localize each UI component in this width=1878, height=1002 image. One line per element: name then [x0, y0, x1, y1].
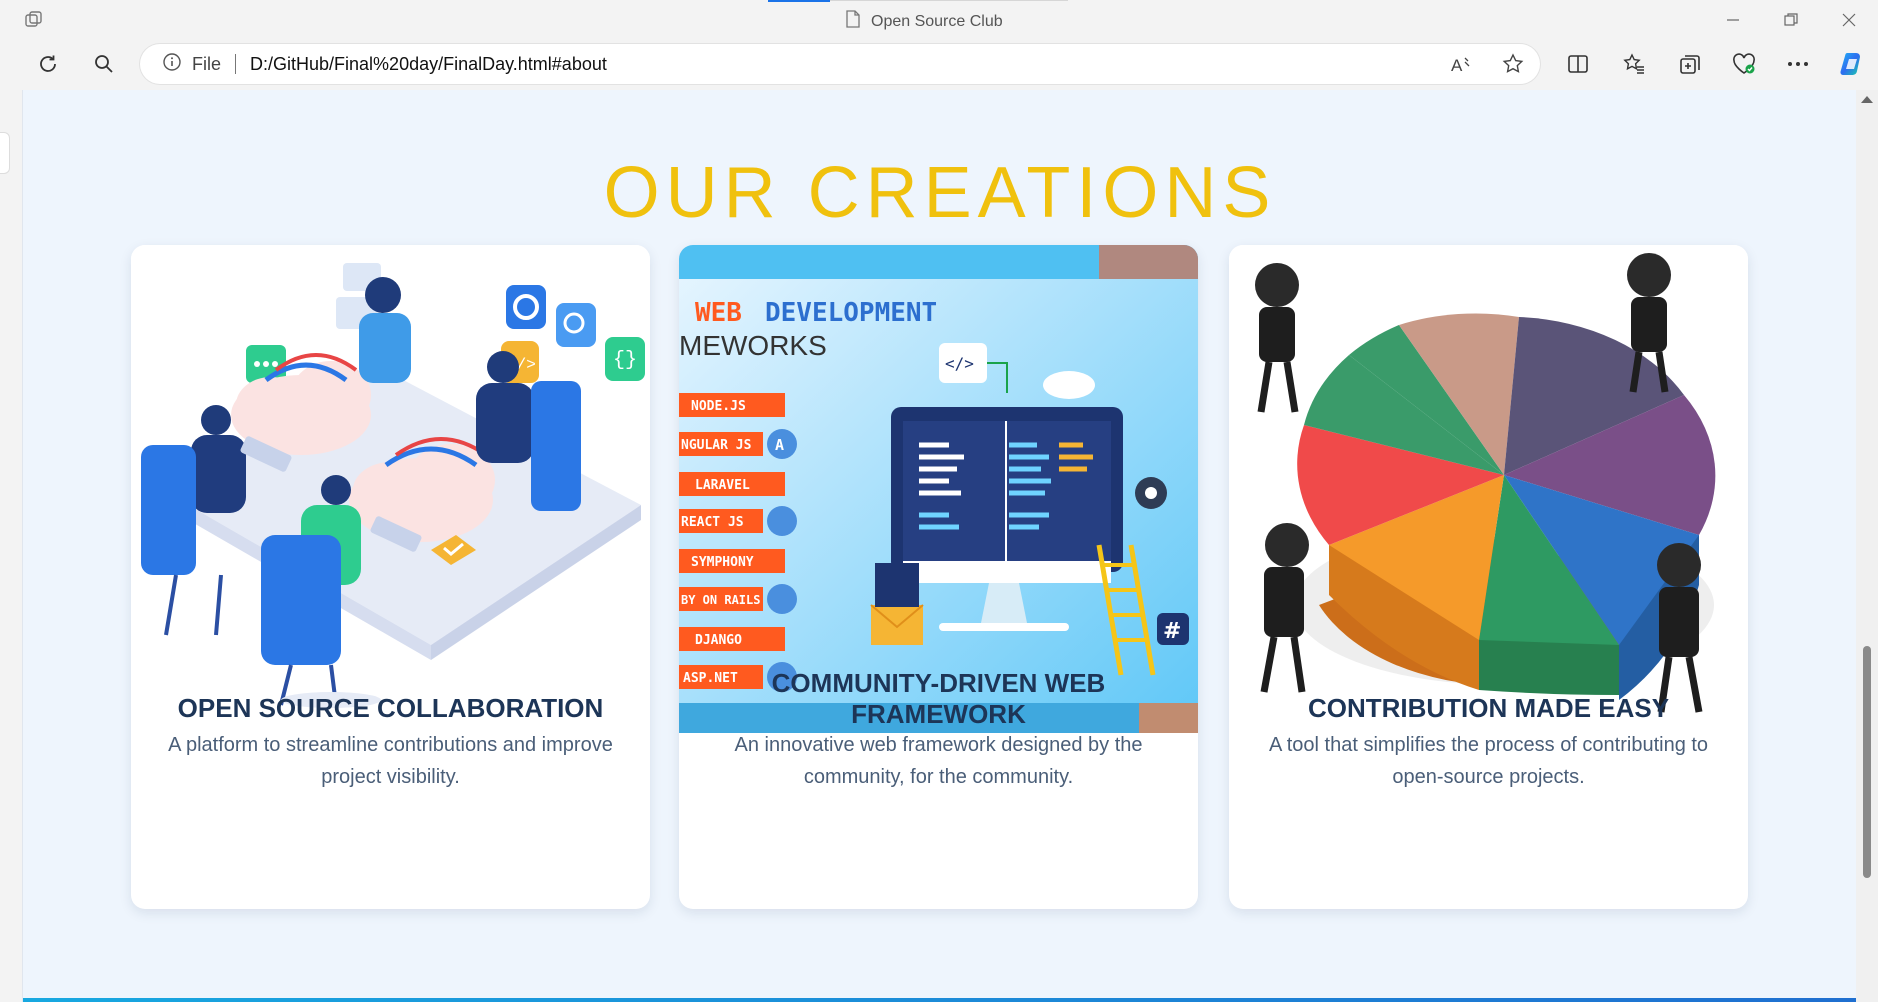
- framework-label: SYMPHONY: [691, 555, 754, 570]
- framework-label: DJANGO: [695, 633, 742, 648]
- framework-label: NODE.JS: [691, 399, 746, 414]
- tab-actions-icon[interactable]: [22, 8, 46, 32]
- read-aloud-icon[interactable]: A: [1450, 53, 1472, 80]
- svg-text:{}: {}: [613, 349, 637, 372]
- minimize-icon[interactable]: [1720, 8, 1746, 32]
- address-separator: [235, 54, 237, 74]
- pie-chart-teamwork-image: [1229, 245, 1748, 765]
- page-viewport: OUR CREATIONS </> {} OPEN SOURCE COLLABO…: [22, 90, 1856, 1002]
- collections-icon[interactable]: [1676, 50, 1704, 78]
- web-subheading: MEWORKS: [679, 330, 827, 361]
- section-title: OUR CREATIONS: [603, 153, 1277, 233]
- document-icon: [845, 10, 861, 33]
- framework-label: REACT JS: [681, 515, 744, 530]
- svg-text:#: #: [1163, 619, 1181, 644]
- framework-label: NGULAR JS: [681, 438, 752, 453]
- side-panel-handle[interactable]: [0, 132, 10, 174]
- creation-card-contribution[interactable]: CONTRIBUTION MADE EASY A tool that simpl…: [1229, 245, 1748, 909]
- framework-label: BY ON RAILS: [681, 593, 760, 607]
- active-tab-indicator: [768, 0, 830, 2]
- web-heading-part2: DEVELOPMENT: [765, 298, 937, 328]
- site-info-icon: [162, 52, 182, 77]
- site-info-button[interactable]: File: [162, 52, 221, 77]
- svg-text:</>: </>: [945, 354, 974, 373]
- browser-essentials-icon[interactable]: [1730, 50, 1758, 78]
- active-tab[interactable]: Open Source Club: [845, 10, 1003, 33]
- card-title: COMMUNITY-DRIVEN WEB FRAMEWORK: [771, 668, 1106, 729]
- card-description: A platform to streamline contributions a…: [168, 734, 613, 788]
- svg-text:A: A: [775, 436, 784, 454]
- split-screen-icon[interactable]: [1564, 50, 1592, 78]
- address-prefix: File: [192, 53, 222, 74]
- address-bar[interactable]: File D:/GitHub/Final%20day/FinalDay.html…: [140, 44, 1540, 84]
- scrollbar-thumb[interactable]: [1863, 646, 1871, 878]
- web-heading-part1: WEB: [695, 298, 742, 328]
- card-title: CONTRIBUTION MADE EASY: [1307, 693, 1670, 723]
- vertical-scrollbar[interactable]: [1856, 90, 1878, 1002]
- card-description: A tool that simplifies the process of co…: [1268, 734, 1709, 788]
- tab-title: Open Source Club: [871, 12, 1003, 30]
- svg-text:A: A: [1451, 56, 1463, 75]
- tab-divider: [830, 0, 1068, 1]
- refresh-icon[interactable]: [34, 50, 62, 78]
- close-icon[interactable]: [1836, 8, 1862, 32]
- browser-toolbar: File D:/GitHub/Final%20day/FinalDay.html…: [0, 40, 1878, 88]
- card-title: OPEN SOURCE COLLABORATION: [177, 693, 604, 723]
- creation-card-web-framework[interactable]: WEB DEVELOPMENT MEWORKS NODE.JS NGULAR J…: [679, 245, 1198, 909]
- scroll-up-icon[interactable]: [1861, 96, 1873, 103]
- framework-label: LARAVEL: [695, 478, 750, 493]
- url-text[interactable]: D:/GitHub/Final%20day/FinalDay.html#abou…: [250, 54, 607, 75]
- copilot-icon[interactable]: [1838, 50, 1866, 78]
- card-description: An innovative web framework designed by …: [734, 734, 1143, 788]
- title-bar: Open Source Club: [0, 0, 1878, 40]
- collaboration-illustration: </> {}: [131, 245, 650, 713]
- creation-card-collaboration[interactable]: </> {} OPEN SOURCE COLLABORATION A platf…: [131, 245, 650, 909]
- footer-accent-bar: [23, 998, 1856, 1002]
- favorite-star-icon[interactable]: [1502, 53, 1524, 80]
- more-icon[interactable]: [1784, 50, 1812, 78]
- favorites-icon[interactable]: [1620, 50, 1648, 78]
- web-development-frameworks-image: WEB DEVELOPMENT MEWORKS NODE.JS NGULAR J…: [679, 245, 1198, 733]
- search-icon[interactable]: [90, 50, 118, 78]
- restore-icon[interactable]: [1778, 8, 1804, 32]
